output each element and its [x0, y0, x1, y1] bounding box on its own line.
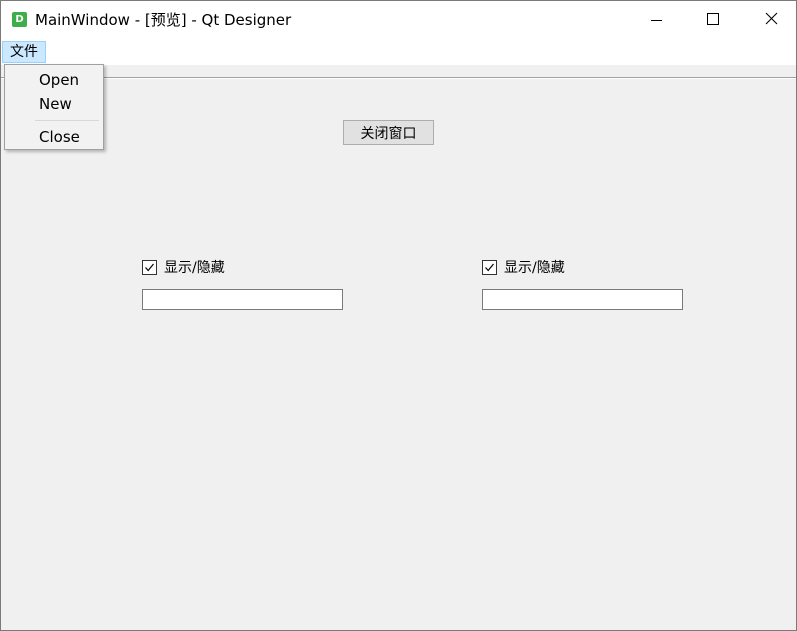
checkbox-label: 显示/隐藏 [504, 260, 565, 276]
toolbar-separator-highlight [1, 78, 796, 79]
checkmark-icon [485, 263, 494, 272]
menu-item-new[interactable]: New [39, 94, 72, 114]
minimize-icon [651, 20, 662, 21]
file-menu-dropdown: Open New Close [4, 64, 104, 150]
line-edit-right[interactable] [482, 289, 683, 310]
qt-designer-app-icon: D [12, 12, 27, 27]
close-window-button[interactable] [743, 1, 796, 39]
checkbox-checked-icon[interactable] [482, 260, 497, 275]
menu-separator [35, 120, 99, 121]
menu-item-open[interactable]: Open [39, 70, 79, 90]
menu-bar: 文件 [1, 39, 796, 65]
menu-item-close[interactable]: Close [39, 127, 80, 147]
checkbox-checked-icon[interactable] [142, 260, 157, 275]
maximize-button[interactable] [685, 1, 743, 39]
window-title: MainWindow - [预览] - Qt Designer [35, 11, 292, 29]
checkbox-label: 显示/隐藏 [164, 260, 225, 276]
close-icon [765, 12, 778, 25]
close-window-push-button[interactable]: 关闭窗口 [343, 120, 434, 145]
line-edit-left[interactable] [142, 289, 343, 310]
menu-file[interactable]: 文件 [2, 41, 46, 63]
checkmark-icon [145, 263, 154, 272]
minimize-button[interactable] [627, 1, 685, 39]
maximize-icon [707, 13, 719, 25]
main-window: D MainWindow - [预览] - Qt Designer 文件 关闭窗… [0, 0, 797, 631]
title-bar[interactable]: D MainWindow - [预览] - Qt Designer [1, 1, 796, 39]
